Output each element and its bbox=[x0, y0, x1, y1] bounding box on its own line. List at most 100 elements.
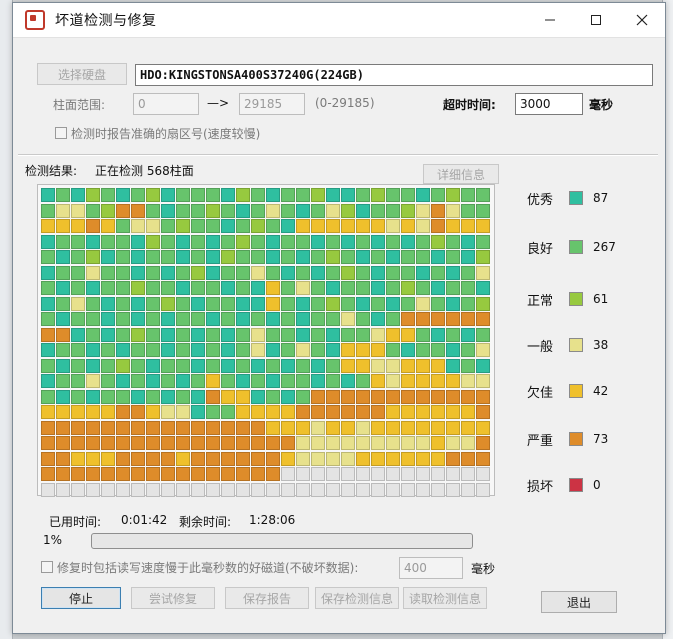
report-sector-checkbox[interactable] bbox=[55, 127, 67, 139]
cylinder-cell bbox=[416, 203, 430, 218]
cylinder-cell bbox=[116, 203, 130, 218]
cylinder-cell bbox=[176, 451, 190, 466]
cylinder-cell bbox=[326, 281, 340, 295]
cylinder-cell bbox=[326, 265, 340, 280]
cylinder-cell bbox=[401, 343, 415, 357]
cylinder-cell bbox=[371, 250, 385, 264]
maximize-button[interactable] bbox=[573, 3, 619, 37]
report-sector-label: 检测时报告准确的扇区号(速度较慢) bbox=[71, 127, 261, 141]
cylinder-cell bbox=[326, 436, 340, 450]
cylinder-cell bbox=[116, 436, 130, 450]
legend-name: 正常 bbox=[527, 293, 554, 309]
cylinder-cell bbox=[476, 203, 490, 218]
cylinder-cell bbox=[461, 219, 475, 233]
select-disk-button[interactable]: 选择硬盘 bbox=[37, 63, 127, 85]
save-report-button[interactable]: 保存报告 bbox=[225, 587, 309, 609]
cylinder-cell bbox=[191, 265, 205, 280]
cylinder-cell bbox=[71, 265, 85, 280]
progress-bar bbox=[91, 533, 473, 549]
cylinder-cell bbox=[431, 327, 445, 342]
cylinder-cell bbox=[41, 420, 55, 435]
elapsed-label: 已用时间: bbox=[49, 515, 102, 529]
cylinder-cell bbox=[131, 312, 145, 326]
cylinder-cell bbox=[101, 327, 115, 342]
cylinder-cell bbox=[206, 420, 220, 435]
close-button[interactable] bbox=[619, 3, 665, 37]
cylinder-cell bbox=[401, 405, 415, 419]
try-repair-button[interactable]: 尝试修复 bbox=[131, 587, 215, 609]
cylinder-cell bbox=[251, 482, 265, 497]
cylinder-cell bbox=[251, 467, 265, 481]
cylinder-cell bbox=[56, 389, 70, 404]
cylinder-cell bbox=[296, 482, 310, 497]
minimize-button[interactable] bbox=[527, 3, 573, 37]
detail-info-button[interactable]: 详细信息 bbox=[423, 164, 499, 184]
cylinder-cell bbox=[101, 420, 115, 435]
cylinder-cell bbox=[176, 219, 190, 233]
cylinder-cell bbox=[236, 312, 250, 326]
cylinder-cell bbox=[371, 234, 385, 249]
cylinder-cell bbox=[386, 374, 400, 388]
cylinder-cell bbox=[386, 312, 400, 326]
cylinder-cell bbox=[101, 296, 115, 311]
legend-count: 73 bbox=[593, 432, 609, 446]
cylinder-cell bbox=[281, 405, 295, 419]
cylinder-cell bbox=[161, 250, 175, 264]
cylinder-cell bbox=[116, 343, 130, 357]
cylinder-cell bbox=[446, 436, 460, 450]
legend-item: 优秀 87 bbox=[527, 188, 608, 208]
title-bar[interactable]: 坏道检测与修复 bbox=[13, 3, 665, 38]
minimize-icon bbox=[545, 19, 555, 21]
cylinder-cell bbox=[101, 482, 115, 497]
legend-name: 欠佳 bbox=[527, 385, 554, 401]
cylinder-cell bbox=[131, 358, 145, 373]
cylinder-cell bbox=[56, 265, 70, 280]
cylinder-cell bbox=[161, 327, 175, 342]
cylinder-cell bbox=[341, 482, 355, 497]
cylinder-cell bbox=[176, 358, 190, 373]
separator bbox=[18, 154, 658, 156]
cylinder-cell bbox=[161, 296, 175, 311]
range-start-input[interactable]: 0 bbox=[133, 93, 199, 115]
cylinder-cell bbox=[461, 405, 475, 419]
cylinder-cell bbox=[41, 436, 55, 450]
cylinder-cell bbox=[341, 250, 355, 264]
cylinder-cell bbox=[221, 281, 235, 295]
cylinder-cell bbox=[131, 389, 145, 404]
cylinder-cell bbox=[221, 188, 235, 202]
repair-slow-input[interactable]: 400 bbox=[399, 557, 463, 579]
cylinder-cell bbox=[386, 482, 400, 497]
cylinder-cell bbox=[476, 219, 490, 233]
cylinder-cell bbox=[371, 389, 385, 404]
cylinder-cell bbox=[191, 389, 205, 404]
cylinder-cell bbox=[116, 250, 130, 264]
cylinder-cell bbox=[416, 436, 430, 450]
cylinder-cell bbox=[146, 482, 160, 497]
range-end-input[interactable]: 29185 bbox=[239, 93, 305, 115]
cylinder-cell bbox=[296, 250, 310, 264]
cylinder-cell bbox=[191, 327, 205, 342]
cylinder-cell bbox=[116, 219, 130, 233]
cylinder-cell bbox=[311, 389, 325, 404]
save-info-button[interactable]: 保存检测信息 bbox=[315, 587, 399, 609]
exit-button[interactable]: 退出 bbox=[541, 591, 617, 613]
repair-slow-checkbox[interactable] bbox=[41, 561, 53, 573]
cylinder-cell bbox=[176, 374, 190, 388]
stop-button[interactable]: 停止 bbox=[41, 587, 121, 609]
cylinder-cell bbox=[236, 405, 250, 419]
cylinder-cell bbox=[431, 358, 445, 373]
cylinder-cell bbox=[356, 358, 370, 373]
cylinder-cell bbox=[71, 250, 85, 264]
cylinder-cell bbox=[191, 343, 205, 357]
cylinder-cell bbox=[56, 188, 70, 202]
cylinder-cell bbox=[191, 374, 205, 388]
cylinder-cell bbox=[431, 374, 445, 388]
cylinder-cell bbox=[41, 389, 55, 404]
cylinder-cell bbox=[161, 265, 175, 280]
load-info-button[interactable]: 读取检测信息 bbox=[403, 587, 487, 609]
timeout-input[interactable]: 3000 bbox=[515, 93, 583, 115]
cylinder-cell bbox=[431, 281, 445, 295]
cylinder-cell bbox=[296, 312, 310, 326]
cylinder-cell bbox=[416, 451, 430, 466]
cylinder-cell bbox=[326, 327, 340, 342]
